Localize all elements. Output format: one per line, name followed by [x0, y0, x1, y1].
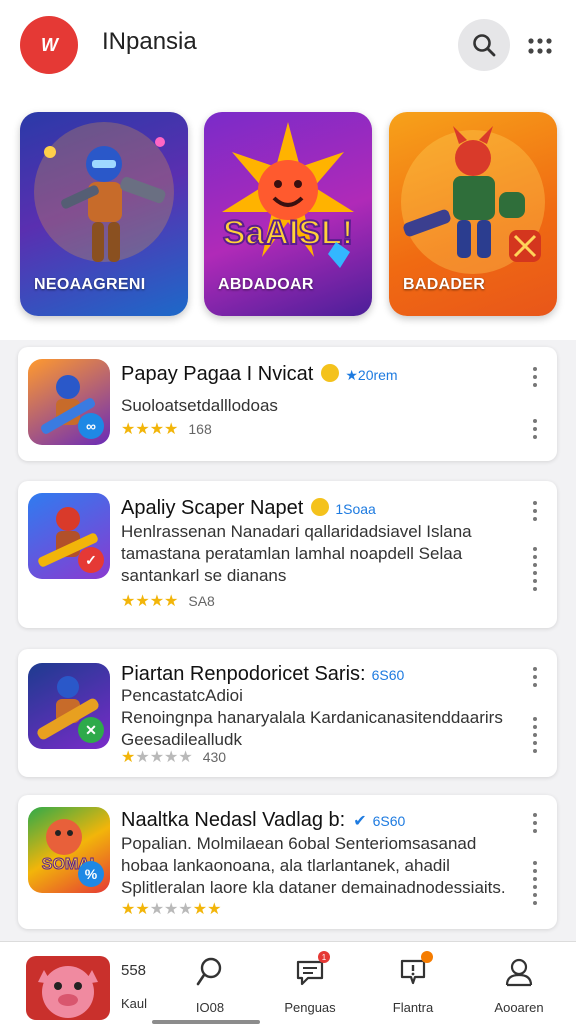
logo-mark: W [41, 34, 58, 55]
title-text: Naaltka Nedasl Vadlag b: [121, 809, 346, 831]
app-logo[interactable]: W [20, 16, 78, 74]
verified-icon: ✔ [353, 813, 367, 830]
home-indicator [152, 1020, 260, 1024]
card-description: Henlrassenan Nanadari qallaridadsiavel I… [121, 522, 472, 585]
nav-label: Penguas [284, 1000, 336, 1015]
rating: ★★★★ 168 [121, 419, 212, 439]
featured-carousel: NEOAAGRENI SaAISL! ABDADOAR BADADER [0, 92, 576, 340]
featured-card-2[interactable]: SaAISL! ABDADOAR [204, 112, 372, 316]
card-description: Popalian. Molmilaean 6obal Senteriomsasa… [121, 834, 506, 897]
kebab-menu-icon[interactable] [527, 811, 543, 835]
kebab-menu-icon[interactable] [527, 859, 543, 907]
app-badge-icon: ✓ [78, 547, 104, 573]
search-icon [194, 954, 226, 990]
nav-tab-search[interactable]: IO08 [165, 954, 255, 1015]
title-text: Piartan Renpodoricet Saris: [121, 663, 366, 685]
app-badge-icon: ∞ [78, 413, 104, 439]
notification-badge [421, 951, 433, 963]
kebab-menu-icon[interactable] [527, 417, 543, 441]
nav-tab-alerts[interactable]: Flantra [368, 951, 458, 1015]
card-description: Suoloatsetdalllodoas [121, 396, 278, 415]
title-text: Apaliy Scaper Napet [121, 497, 304, 519]
card-title[interactable]: Naaltka Nedasl Vadlag b: ✔ 6S60 [121, 809, 405, 832]
search-button[interactable] [458, 19, 510, 71]
nav-label: Aooaren [494, 1000, 544, 1015]
rating-count: SA8 [188, 593, 215, 609]
featured-label: BADADER [403, 276, 486, 293]
smiley-icon [311, 498, 330, 516]
list-item[interactable]: ✓ Apaliy Scaper Napet 1Soaa Henlrassenan … [18, 481, 557, 628]
meta-text: 6S60 [371, 667, 405, 683]
app-icon: ✓ [28, 493, 110, 579]
featured-label: NEOAAGRENI [34, 276, 146, 293]
meta-text: 1Soaa [335, 501, 376, 517]
smiley-icon [321, 364, 340, 382]
kebab-menu-icon[interactable] [527, 365, 543, 389]
app-badge-icon: % [78, 861, 104, 887]
app-icon: ✕ [28, 663, 110, 749]
rating-count: 168 [188, 421, 212, 437]
rating-count: 430 [202, 749, 227, 765]
card-description: PencastatcAdioi Renoingnpa hanaryalala K… [121, 686, 503, 749]
kebab-menu-icon[interactable] [527, 545, 543, 593]
meta-text: 6S60 [372, 813, 406, 829]
nav-label: Flantra [392, 1000, 434, 1015]
featured-label: ABDADOAR [218, 276, 314, 293]
thumbnail-number: 558 [121, 962, 147, 979]
grid-dots-icon [528, 38, 552, 54]
notification-badge: 1 [318, 951, 330, 963]
nav-tab-messages[interactable]: 1 Penguas [265, 951, 355, 1015]
top-app-bar: W INpansia [0, 0, 576, 92]
list-item[interactable]: ∞ Papay Pagaa I Nvicat ★20rem Suoloatsetd… [18, 347, 557, 461]
list-item[interactable]: ✕ Piartan Renpodoricet Saris: 6S60 Pencas… [18, 649, 557, 777]
rating: ★★★★★ 430 [121, 747, 226, 767]
more-button[interactable] [520, 26, 560, 66]
nav-label: IO08 [195, 1000, 225, 1015]
rating: ★★★★ SA8 [121, 591, 215, 611]
app-title: INpansia [102, 28, 197, 55]
nav-tab-profile[interactable]: Aooaren [474, 954, 564, 1015]
kebab-menu-icon[interactable] [527, 665, 543, 689]
alert-icon [397, 951, 433, 990]
bottom-navigation: 558 Kaul IO08 1 Penguas Flantra Aooaren [0, 941, 576, 1024]
app-icon: SOMAI % [28, 807, 110, 893]
rating: ★★★★★★★ [121, 899, 221, 919]
app-icon: ∞ [28, 359, 110, 445]
meta-text: ★20rem [345, 367, 398, 383]
card-title[interactable]: Papay Pagaa I Nvicat ★20rem [121, 363, 398, 386]
chat-icon: 1 [294, 951, 330, 990]
list-item[interactable]: SOMAI % Naaltka Nedasl Vadlag b: ✔ 6S60 Po… [18, 795, 557, 929]
star-rating-icon: ★★★★★★★ [121, 901, 222, 918]
kebab-menu-icon[interactable] [527, 715, 543, 755]
profile-icon [503, 954, 535, 990]
star-rating-icon: ★★★★ [121, 593, 179, 610]
card-title[interactable]: Piartan Renpodoricet Saris: 6S60 [121, 663, 404, 686]
search-icon [473, 34, 496, 57]
star-rating-icon: ★★★★★ [121, 749, 193, 766]
thumbnail-label: Kaul [121, 996, 148, 1011]
title-text: Papay Pagaa I Nvicat [121, 363, 314, 385]
featured-thumbnail[interactable] [26, 956, 110, 1020]
card-title[interactable]: Apaliy Scaper Napet 1Soaa [121, 497, 376, 520]
app-badge-icon: ✕ [78, 717, 104, 743]
star-rating-icon: ★★★★ [121, 421, 179, 438]
featured-card-1[interactable]: NEOAAGRENI [20, 112, 188, 316]
kebab-menu-icon[interactable] [527, 499, 543, 523]
featured-card-3[interactable]: BADADER [389, 112, 557, 316]
